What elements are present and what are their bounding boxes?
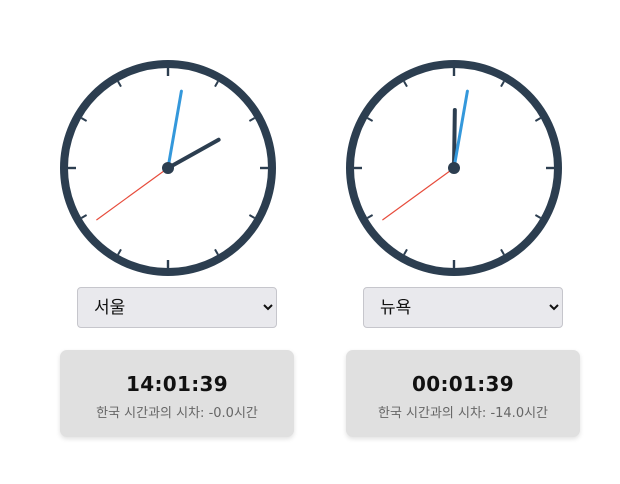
time-difference: 한국 시간과의 시차: -14.0시간 [346, 405, 580, 423]
time-difference-value: -14.0시간 [490, 406, 549, 421]
time-info-card: 14:01:39 한국 시간과의 시차: -0.0시간 [60, 350, 294, 437]
clock-panel-newyork: 서울 뉴욕 00:01:39 한국 시간과의 시차: -14.0시간 [324, 0, 584, 484]
analog-clock [58, 58, 278, 278]
time-info-card: 00:01:39 한국 시간과의 시차: -14.0시간 [346, 350, 580, 437]
time-difference: 한국 시간과의 시차: -0.0시간 [60, 405, 294, 423]
time-difference-label: 한국 시간과의 시차: [96, 406, 209, 421]
clock-svg [60, 60, 276, 276]
analog-clock [344, 58, 564, 278]
center-pin [162, 162, 174, 174]
world-clock-page: 서울 뉴욕 14:01:39 한국 시간과의 시차: -0.0시간 서울 뉴욕 … [0, 0, 620, 484]
city-select[interactable]: 서울 뉴욕 [77, 287, 277, 328]
time-difference-value: -0.0시간 [208, 406, 258, 421]
clock-panel-seoul: 서울 뉴욕 14:01:39 한국 시간과의 시차: -0.0시간 [38, 0, 298, 484]
time-difference-label: 한국 시간과의 시차: [377, 406, 491, 421]
center-pin [448, 162, 460, 174]
city-select[interactable]: 서울 뉴욕 [363, 287, 563, 328]
digital-time: 14:01:39 [126, 372, 228, 396]
digital-time: 00:01:39 [412, 372, 514, 396]
clock-svg [346, 60, 562, 276]
